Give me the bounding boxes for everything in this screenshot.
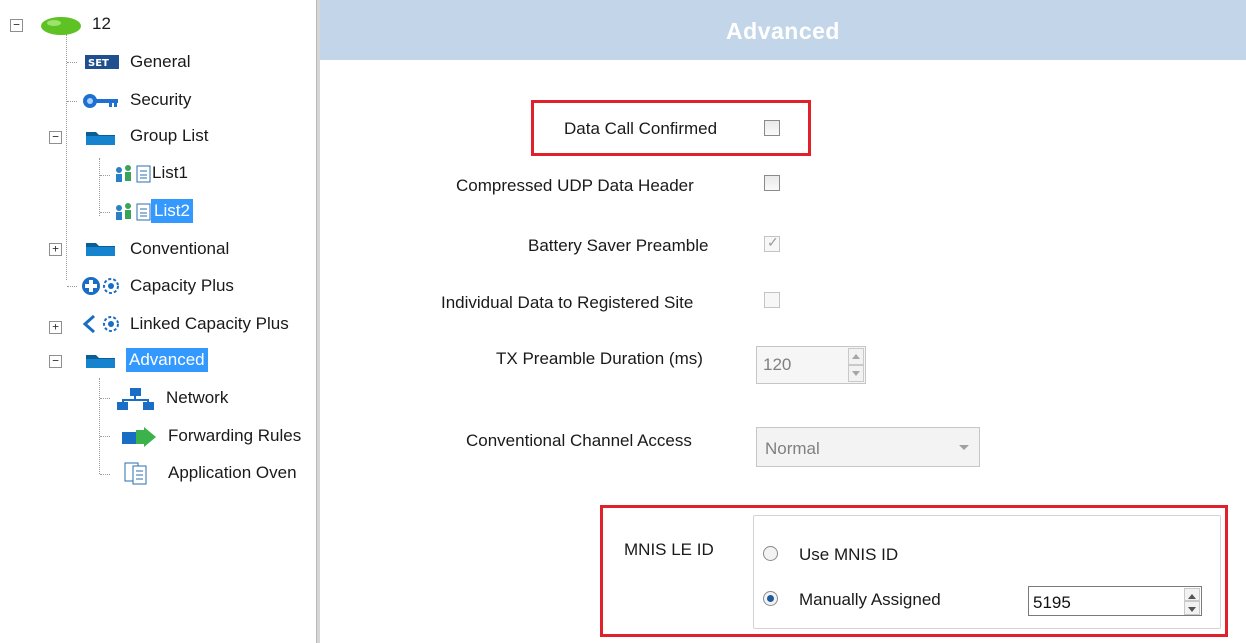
forwarding-rules-icon: [122, 427, 156, 447]
tree-item-list2[interactable]: List2: [151, 199, 193, 223]
tree-item-group-list[interactable]: Group List: [130, 126, 208, 146]
key-icon: [83, 94, 118, 108]
tree-panel: − 12 SET General Security − Group List L…: [0, 0, 316, 643]
mnis-id-input[interactable]: 5195: [1028, 586, 1202, 616]
tree-connector: [67, 62, 77, 63]
tree-connector: [67, 286, 77, 287]
radio-selected-dot: [767, 595, 774, 602]
checkmark-icon: ✓: [767, 234, 779, 250]
folder-icon: [86, 355, 115, 368]
tree-connector: [100, 436, 110, 437]
use-mnis-id-label: Use MNIS ID: [799, 545, 899, 564]
tree-item-label: Group List: [130, 126, 209, 145]
tree-item-capacity-plus[interactable]: Capacity Plus: [130, 276, 234, 296]
tree-item-label: General: [130, 52, 191, 71]
arrow-up-icon: [852, 354, 860, 359]
tree-connector: [99, 378, 100, 474]
tree-connector: [100, 398, 110, 399]
compressed-udp-label: Compressed UDP Data Header: [456, 176, 694, 195]
radio-device-icon: [41, 17, 81, 35]
tree-item-linked-capacity-plus[interactable]: Linked Capacity Plus: [130, 314, 289, 334]
expander-advanced[interactable]: −: [49, 355, 62, 368]
spin-up-button[interactable]: [848, 348, 864, 365]
spin-up-button[interactable]: [1184, 588, 1200, 601]
channel-access-value: Normal: [765, 439, 820, 458]
tree-item-label: List2: [151, 199, 193, 223]
settings-icon-text: SET: [88, 58, 109, 69]
expander-conventional[interactable]: +: [49, 243, 62, 256]
folder-icon: [86, 243, 115, 256]
spin-down-button[interactable]: [1184, 601, 1200, 615]
data-call-confirmed-checkbox[interactable]: [764, 120, 780, 136]
tx-preamble-spinner[interactable]: 120: [756, 346, 866, 384]
tx-preamble-value: 120: [763, 355, 792, 374]
arrow-down-icon: [1188, 607, 1196, 612]
tree-connector: [66, 34, 67, 280]
section-header: Advanced: [320, 0, 1246, 60]
settings-icon: SET: [85, 55, 119, 69]
tree-item-label: Conventional: [130, 239, 230, 258]
individual-data-checkbox[interactable]: [764, 292, 780, 308]
arrow-down-icon: [852, 371, 860, 376]
manually-assigned-label: Manually Assigned: [799, 590, 941, 609]
use-mnis-id-radio[interactable]: [763, 546, 778, 561]
tree-item-label: Application Oven: [168, 463, 297, 482]
individual-data-label: Individual Data to Registered Site: [441, 293, 694, 312]
expander-linked-capacity-plus[interactable]: +: [49, 321, 62, 334]
network-icon: [117, 388, 154, 410]
mnis-le-id-label: MNIS LE ID: [624, 540, 714, 559]
tree-item-advanced[interactable]: Advanced: [126, 348, 208, 372]
tree-item-label: Network: [166, 388, 229, 407]
tree-item-general[interactable]: General: [130, 52, 190, 72]
battery-saver-checkbox[interactable]: ✓: [764, 234, 780, 252]
tree-item-conventional[interactable]: Conventional: [130, 239, 229, 259]
battery-saver-label: Battery Saver Preamble: [528, 236, 709, 255]
data-call-confirmed-label: Data Call Confirmed: [564, 119, 718, 138]
folder-icon: [86, 132, 115, 145]
tree-item-label: Security: [130, 90, 192, 109]
tree-item-security[interactable]: Security: [130, 90, 191, 110]
tree-item-root[interactable]: 12: [92, 14, 111, 34]
chevron-down-icon: [959, 445, 969, 450]
tree-item-label: List1: [152, 163, 188, 182]
tree-item-application-overview[interactable]: Application Oven: [168, 463, 297, 483]
compressed-udp-checkbox[interactable]: [764, 175, 780, 191]
tree-item-forwarding-rules[interactable]: Forwarding Rules: [168, 426, 301, 446]
tree-item-label: Advanced: [126, 348, 208, 372]
tree-connector: [100, 474, 110, 475]
tree-item-network[interactable]: Network: [166, 388, 228, 408]
tree-item-label: Linked Capacity Plus: [130, 314, 289, 333]
expander-group-list[interactable]: −: [49, 131, 62, 144]
manually-assigned-radio[interactable]: [763, 591, 778, 606]
channel-access-dropdown[interactable]: Normal: [756, 427, 980, 467]
tree-connector: [100, 212, 110, 213]
tree-item-list1[interactable]: List1: [152, 163, 188, 183]
tx-preamble-label: TX Preamble Duration (ms): [496, 349, 703, 368]
linked-capacity-plus-icon: [82, 314, 119, 334]
document-icon: [124, 462, 147, 485]
section-title: Advanced: [726, 18, 840, 44]
channel-access-label: Conventional Channel Access: [466, 431, 692, 450]
expander-root[interactable]: −: [10, 19, 23, 32]
tree-item-label: 12: [92, 14, 111, 33]
settings-panel: Advanced Data Call Confirmed Compressed …: [320, 0, 1246, 643]
tree-connector: [100, 175, 110, 176]
mnis-id-value: 5195: [1033, 593, 1071, 612]
spin-down-button[interactable]: [848, 365, 864, 382]
capacity-plus-icon: [82, 277, 119, 295]
tree-item-label: Forwarding Rules: [168, 426, 302, 445]
tree-item-label: Capacity Plus: [130, 276, 234, 295]
tree-connector: [99, 158, 100, 216]
tree-connector: [67, 101, 77, 102]
